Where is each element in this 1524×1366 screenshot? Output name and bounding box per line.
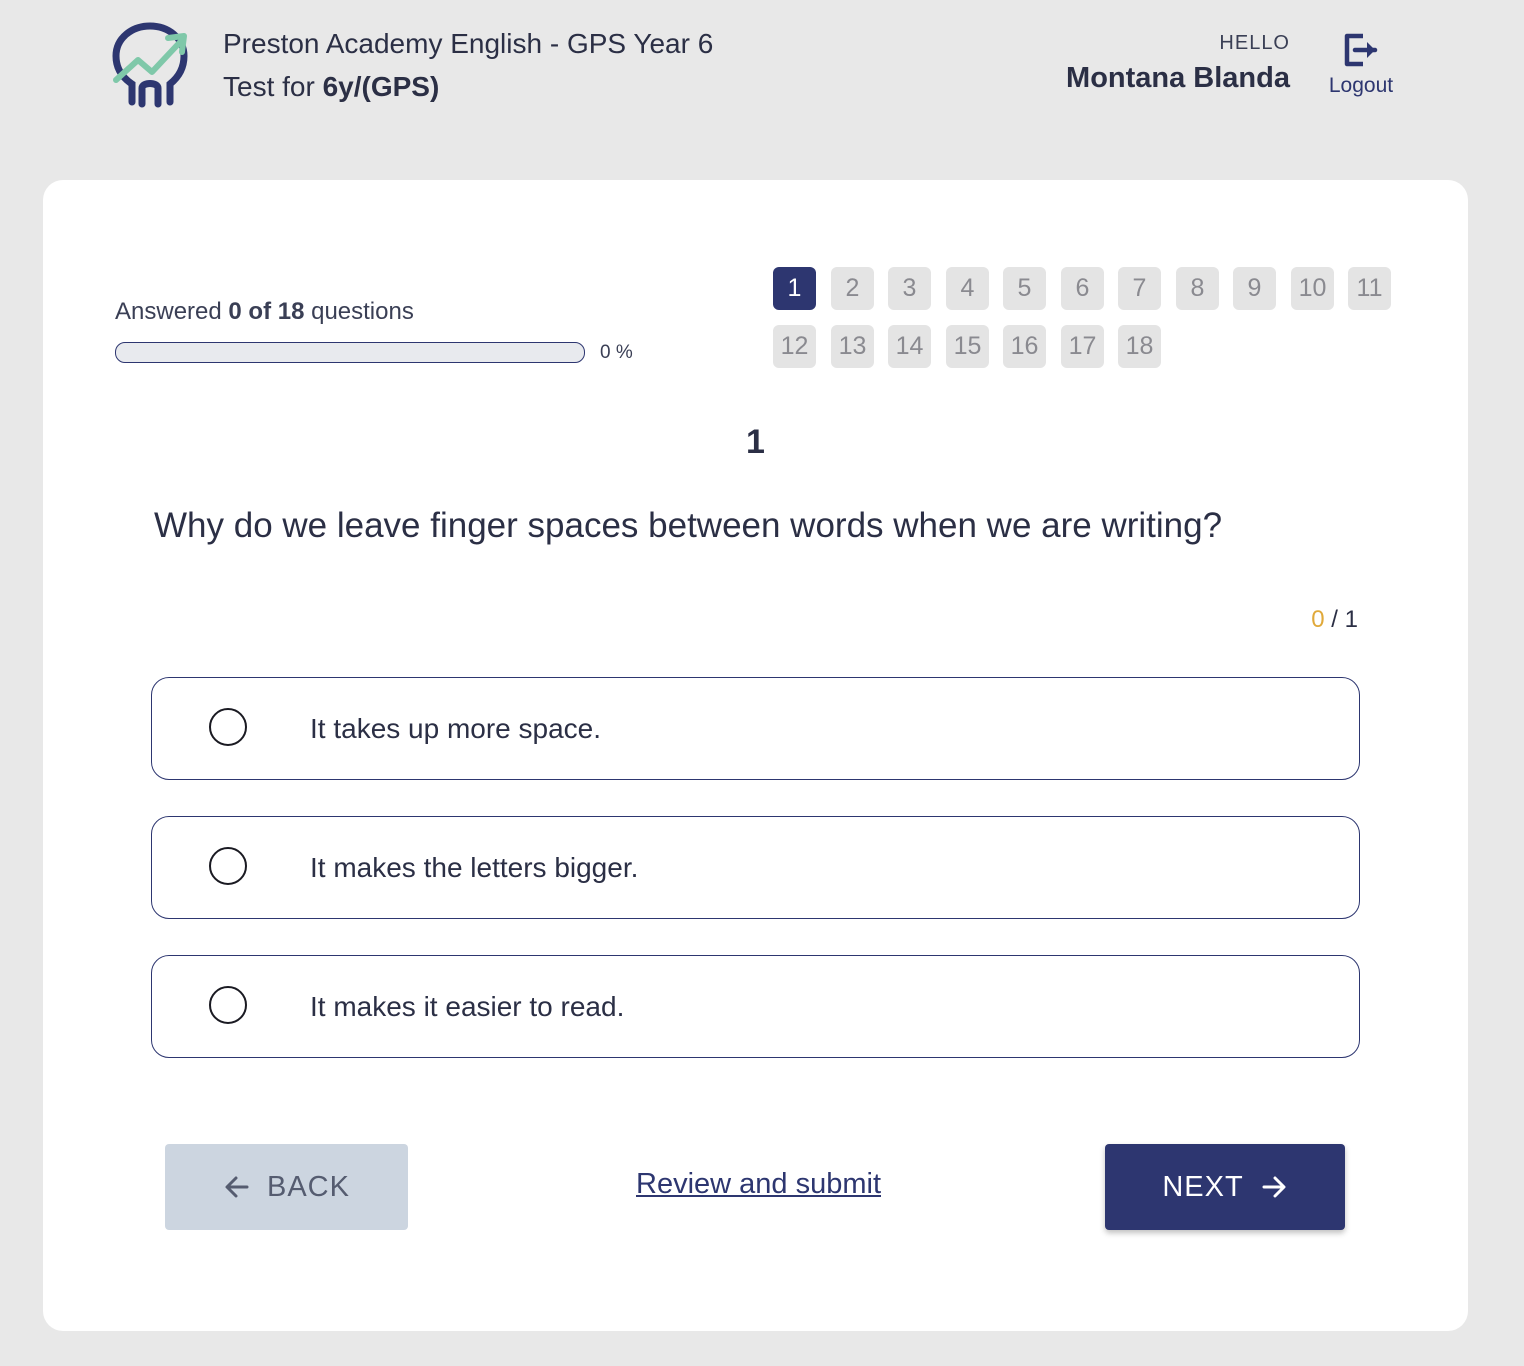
greeting: HELLO bbox=[1219, 32, 1290, 54]
review-and-submit-link[interactable]: Review and submit bbox=[636, 1168, 881, 1201]
radio-button[interactable] bbox=[209, 986, 247, 1024]
question-nav-button-11[interactable]: 11 bbox=[1348, 267, 1391, 310]
course-title: Preston Academy English - GPS Year 6 bbox=[223, 28, 714, 59]
answer-option-label: It makes it easier to read. bbox=[310, 991, 625, 1022]
radio-button[interactable] bbox=[209, 847, 247, 885]
logo-growth-icon bbox=[112, 22, 190, 108]
answer-option-2[interactable]: It makes the letters bigger. bbox=[151, 816, 1360, 919]
logout-label: Logout bbox=[1328, 74, 1394, 97]
question-nav-button-2[interactable]: 2 bbox=[831, 267, 874, 310]
question-score: 0 / 1 bbox=[1311, 606, 1358, 634]
logout-button[interactable]: Logout bbox=[1322, 30, 1400, 102]
answered-count: 0 of 18 bbox=[228, 298, 305, 325]
score-total: 1 bbox=[1344, 606, 1358, 633]
user-name: Montana Blanda bbox=[1066, 62, 1290, 94]
progress-percent: 0 % bbox=[600, 342, 633, 363]
question-nav-button-16[interactable]: 16 bbox=[1003, 325, 1046, 368]
question-nav-button-4[interactable]: 4 bbox=[946, 267, 989, 310]
radio-button[interactable] bbox=[209, 708, 247, 746]
test-title: Test for 6y/(GPS) bbox=[223, 70, 439, 104]
question-text: Why do we leave finger spaces between wo… bbox=[154, 506, 1223, 545]
question-nav-button-1[interactable]: 1 bbox=[773, 267, 816, 310]
question-nav-button-15[interactable]: 15 bbox=[946, 325, 989, 368]
question-nav-button-17[interactable]: 17 bbox=[1061, 325, 1104, 368]
test-card: Answered 0 of 18 questions 0 % 123456789… bbox=[43, 180, 1468, 1331]
question-nav-button-7[interactable]: 7 bbox=[1118, 267, 1161, 310]
question-nav-button-13[interactable]: 13 bbox=[831, 325, 874, 368]
score-separator: / bbox=[1324, 606, 1345, 633]
test-name: 6y/(GPS) bbox=[322, 71, 440, 102]
question-nav-button-14[interactable]: 14 bbox=[888, 325, 931, 368]
answered-suffix: questions bbox=[304, 298, 414, 325]
answered-summary: Answered 0 of 18 questions bbox=[115, 298, 414, 326]
answer-option-label: It makes the letters bigger. bbox=[310, 852, 639, 883]
answer-option-label: It takes up more space. bbox=[310, 713, 602, 744]
question-nav-button-9[interactable]: 9 bbox=[1233, 267, 1276, 310]
answer-option-3[interactable]: It makes it easier to read. bbox=[151, 955, 1360, 1058]
logout-icon bbox=[1344, 33, 1378, 67]
arrow-right-icon bbox=[1262, 1176, 1286, 1198]
question-nav-button-10[interactable]: 10 bbox=[1291, 267, 1334, 310]
score-got: 0 bbox=[1311, 606, 1325, 633]
question-nav-button-5[interactable]: 5 bbox=[1003, 267, 1046, 310]
header: Preston Academy English - GPS Year 6 Tes… bbox=[0, 0, 1524, 180]
answered-prefix: Answered bbox=[115, 298, 229, 325]
next-label: NEXT bbox=[1162, 1170, 1244, 1203]
question-nav-button-3[interactable]: 3 bbox=[888, 267, 931, 310]
arrow-left-icon bbox=[225, 1176, 249, 1198]
back-label: BACK bbox=[267, 1170, 350, 1203]
test-prefix: Test for bbox=[223, 71, 323, 102]
question-nav-button-8[interactable]: 8 bbox=[1176, 267, 1219, 310]
next-button[interactable]: NEXT bbox=[1105, 1144, 1345, 1230]
progress-bar bbox=[115, 342, 585, 363]
question-nav-button-6[interactable]: 6 bbox=[1061, 267, 1104, 310]
question-nav-button-18[interactable]: 18 bbox=[1118, 325, 1161, 368]
question-number: 1 bbox=[746, 423, 765, 461]
answer-option-1[interactable]: It takes up more space. bbox=[151, 677, 1360, 780]
question-nav-button-12[interactable]: 12 bbox=[773, 325, 816, 368]
back-button[interactable]: BACK bbox=[165, 1144, 408, 1230]
